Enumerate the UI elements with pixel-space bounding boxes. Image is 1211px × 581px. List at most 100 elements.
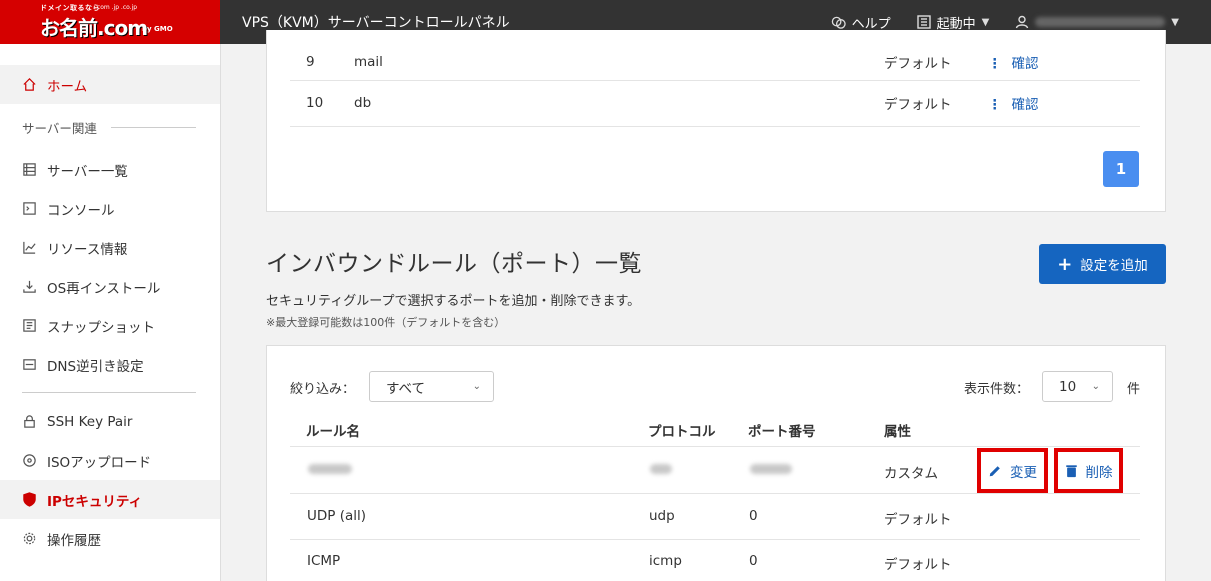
sidebar-item-home[interactable]: ホーム xyxy=(0,65,220,104)
plus-icon: + xyxy=(1057,253,1073,275)
filter-select-value: すべて xyxy=(386,380,426,397)
table-row: 9 mail デフォルト ⋮ 確認 xyxy=(290,44,1140,80)
add-setting-label: 設定を追加 xyxy=(1080,258,1148,274)
sidebar-item-label: ISOアップロード xyxy=(47,454,152,471)
per-page-unit: 件 xyxy=(1127,382,1141,397)
column-header-port: ポート番号 xyxy=(748,424,816,440)
rule-protocol: udp xyxy=(649,508,675,524)
server-status-dropdown[interactable]: 起動中 ▼ xyxy=(916,13,990,32)
kebab-icon: ⋮ xyxy=(988,56,1002,72)
trash-icon xyxy=(1065,464,1077,477)
disc-icon xyxy=(23,454,36,467)
rule-protocol: icmp xyxy=(649,553,682,569)
rule-name-redacted xyxy=(308,464,352,474)
port-redacted xyxy=(750,464,792,474)
sidebar-item-console[interactable]: コンソール xyxy=(0,189,220,228)
shield-icon xyxy=(23,492,36,507)
delete-button[interactable]: 削除 xyxy=(1054,448,1123,493)
confirm-link[interactable]: ⋮ 確認 xyxy=(988,93,1039,113)
per-page-label: 表示件数： xyxy=(964,382,1030,397)
home-icon xyxy=(23,78,36,91)
chevron-down-icon: ▼ xyxy=(1171,16,1179,28)
sidebar: ホーム サーバー関連 サーバー一覧 コンソール リソース情報 OS再インストール… xyxy=(0,44,221,581)
confirm-link[interactable]: ⋮ 確認 xyxy=(988,52,1039,72)
sidebar-item-snapshot[interactable]: スナップショット xyxy=(0,306,220,345)
add-setting-button[interactable]: + 設定を追加 xyxy=(1039,244,1166,284)
row-attr: デフォルト xyxy=(884,557,952,573)
chevron-down-icon: ▼ xyxy=(981,16,990,28)
server-status-label: 起動中 xyxy=(936,16,976,32)
sidebar-item-resource[interactable]: リソース情報 xyxy=(0,228,220,267)
edit-button[interactable]: 変更 xyxy=(977,448,1048,493)
row-attr: デフォルト xyxy=(884,512,952,528)
protocol-redacted xyxy=(650,464,672,474)
terminal-icon xyxy=(23,202,36,215)
sidebar-section-label: サーバー関連 xyxy=(22,120,97,136)
rule-port: 0 xyxy=(749,508,758,524)
kebab-icon: ⋮ xyxy=(988,97,1002,113)
help-label: ヘルプ xyxy=(851,16,891,32)
filter-select[interactable]: すべて ⌄ xyxy=(369,371,494,402)
sidebar-item-label: スナップショット xyxy=(47,319,155,336)
chevron-down-icon: ⌄ xyxy=(472,381,481,392)
rule-name: UDP (all) xyxy=(307,508,367,524)
snapshot-icon xyxy=(23,319,36,332)
app-title: VPS（KVM）サーバーコントロールパネル xyxy=(242,15,510,31)
help-chat-icon xyxy=(831,16,846,29)
sidebar-item-label: サーバー一覧 xyxy=(47,163,128,180)
sidebar-item-label: 操作履歴 xyxy=(47,532,101,549)
row-name: mail xyxy=(354,54,383,70)
dns-icon xyxy=(23,359,36,370)
user-menu[interactable]: ▼ xyxy=(1015,15,1179,29)
sidebar-item-label: コンソール xyxy=(47,202,115,219)
sidebar-item-label: ホーム xyxy=(47,78,88,95)
gear-icon xyxy=(23,532,36,545)
edit-label: 変更 xyxy=(1010,464,1037,481)
list-icon xyxy=(23,163,36,176)
sidebar-item-iso[interactable]: ISOアップロード xyxy=(0,441,220,480)
pagination-page-1[interactable]: 1 xyxy=(1103,151,1139,187)
chevron-down-icon: ⌄ xyxy=(1091,381,1100,392)
row-attr: デフォルト xyxy=(884,56,952,72)
filter-label: 絞り込み： xyxy=(290,382,356,397)
sidebar-item-ip-security[interactable]: IPセキュリティ xyxy=(0,480,220,519)
sidebar-item-label: DNS逆引き設定 xyxy=(47,358,144,375)
help-link[interactable]: ヘルプ xyxy=(831,13,891,32)
inbound-section-title: インバウンドルール（ポート）一覧 xyxy=(266,251,642,277)
sidebar-item-dns[interactable]: DNS逆引き設定 xyxy=(0,345,220,384)
row-attr: デフォルト xyxy=(884,97,952,113)
column-header-protocol: プロトコル xyxy=(648,424,716,440)
sidebar-item-label: リソース情報 xyxy=(47,241,128,258)
sidebar-item-ssh-key[interactable]: SSH Key Pair xyxy=(0,402,220,441)
sidebar-item-label: IPセキュリティ xyxy=(47,493,143,510)
row-number: 9 xyxy=(306,54,315,70)
logo-domains: .com .jp .co.jp xyxy=(95,4,138,11)
sidebar-item-label: OS再インストール xyxy=(47,280,161,297)
table-row: 10 db デフォルト ⋮ 確認 xyxy=(290,90,1140,116)
sidebar-item-os-reinstall[interactable]: OS再インストール xyxy=(0,267,220,306)
column-header-name: ルール名 xyxy=(306,424,360,440)
row-number: 10 xyxy=(306,95,324,111)
inbound-description: セキュリティグループで選択するポートを追加・削除できます。 xyxy=(266,294,641,309)
column-header-attr: 属性 xyxy=(884,424,911,440)
sidebar-item-server-list[interactable]: サーバー一覧 xyxy=(0,150,220,189)
onamae-logo[interactable]: ドメイン取るなら .com .jp .co.jp お名前.com by GMO xyxy=(0,0,220,44)
user-name-redacted xyxy=(1035,17,1166,27)
download-icon xyxy=(23,280,36,293)
row-attr: カスタム xyxy=(884,466,938,482)
delete-label: 削除 xyxy=(1085,464,1113,481)
server-icon xyxy=(916,15,931,29)
chart-line-icon xyxy=(23,241,36,254)
per-page-select[interactable]: 10 ⌄ xyxy=(1042,371,1113,402)
rule-port: 0 xyxy=(749,553,758,569)
sidebar-divider xyxy=(22,392,196,393)
inbound-note: ※最大登録可能数は100件（デフォルトを含む） xyxy=(266,316,506,329)
sidebar-item-history[interactable]: 操作履歴 xyxy=(0,519,220,558)
lock-icon xyxy=(24,415,35,428)
row-name: db xyxy=(354,95,372,111)
rule-name: ICMP xyxy=(307,553,341,569)
per-page-value: 10 xyxy=(1059,378,1077,395)
pencil-icon xyxy=(989,465,1000,476)
logo-sub: by GMO xyxy=(142,25,173,33)
sidebar-section-server: サーバー関連 xyxy=(0,104,220,150)
